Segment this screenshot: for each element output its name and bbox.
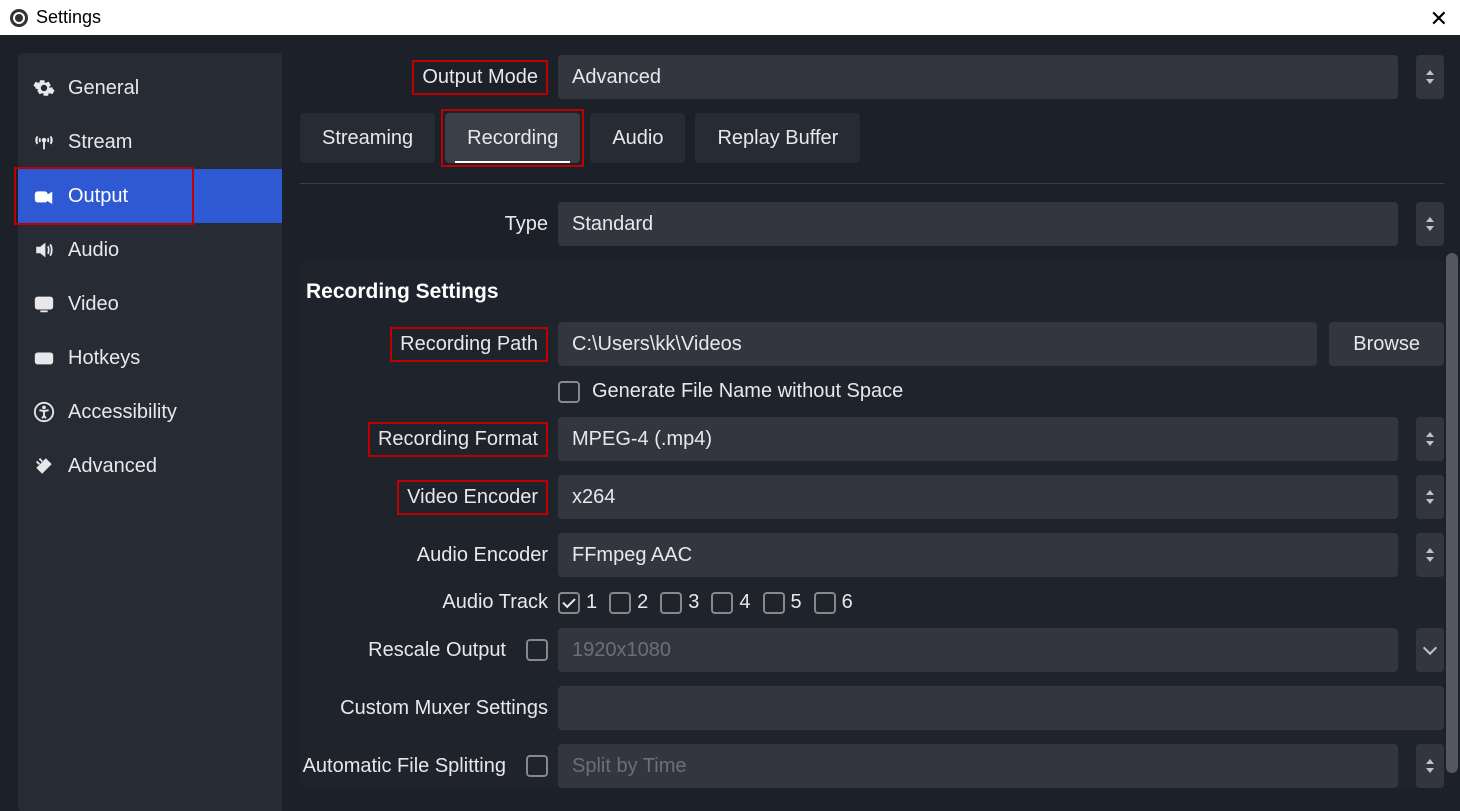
auto-split-select[interactable]: Split by Time (558, 744, 1398, 788)
type-label: Type (300, 213, 558, 236)
window-title: Settings (36, 7, 101, 28)
video-encoder-spinner[interactable] (1416, 475, 1444, 519)
track-2-checkbox[interactable] (609, 592, 631, 614)
output-tabs: Streaming Recording Audio Replay Buffer (300, 113, 1444, 163)
track-5-label: 5 (791, 591, 802, 614)
rescale-output-checkbox[interactable] (526, 639, 548, 661)
output-mode-select[interactable]: Advanced (558, 55, 1398, 99)
rescale-output-label: Rescale Output (368, 639, 506, 662)
type-spinner[interactable] (1416, 202, 1444, 246)
keyboard-icon (32, 346, 56, 370)
muxer-settings-input[interactable] (558, 686, 1444, 730)
antenna-icon (32, 130, 56, 154)
sidebar-item-hotkeys[interactable]: Hotkeys (18, 331, 282, 385)
output-mode-spinner[interactable] (1416, 55, 1444, 99)
track-1-label: 1 (586, 591, 597, 614)
track-6-label: 6 (842, 591, 853, 614)
sidebar-item-label: Output (68, 185, 128, 208)
sidebar-item-audio[interactable]: Audio (18, 223, 282, 277)
recording-path-input[interactable]: C:\Users\kk\Videos (558, 322, 1317, 366)
track-5-checkbox[interactable] (763, 592, 785, 614)
audio-encoder-spinner[interactable] (1416, 533, 1444, 577)
sidebar-item-label: Audio (68, 239, 119, 262)
video-encoder-select[interactable]: x264 (558, 475, 1398, 519)
recording-settings-title: Recording Settings (306, 280, 1444, 304)
sidebar-item-label: Accessibility (68, 401, 177, 424)
recording-settings-section: Recording Settings Recording Path C:\Use… (300, 260, 1444, 788)
sidebar-item-stream[interactable]: Stream (18, 115, 282, 169)
track-6-checkbox[interactable] (814, 592, 836, 614)
gen-filename-checkbox[interactable] (558, 381, 580, 403)
tab-recording[interactable]: Recording (445, 113, 580, 163)
tab-replay-buffer[interactable]: Replay Buffer (695, 113, 860, 163)
accessibility-icon (32, 400, 56, 424)
audio-encoder-select[interactable]: FFmpeg AAC (558, 533, 1398, 577)
track-3-label: 3 (688, 591, 699, 614)
close-icon[interactable]: ✕ (1430, 6, 1448, 32)
recording-format-spinner[interactable] (1416, 417, 1444, 461)
rescale-output-select[interactable]: 1920x1080 (558, 628, 1398, 672)
content-area: Output Mode Advanced Streaming Recording… (282, 53, 1460, 811)
tools-icon (32, 454, 56, 478)
auto-split-checkbox[interactable] (526, 755, 548, 777)
rescale-output-dropdown[interactable] (1416, 628, 1444, 672)
track-4-label: 4 (739, 591, 750, 614)
tab-streaming[interactable]: Streaming (300, 113, 435, 163)
sidebar-item-label: Stream (68, 131, 132, 154)
track-2-label: 2 (637, 591, 648, 614)
audio-encoder-label: Audio Encoder (300, 544, 558, 567)
sidebar-item-advanced[interactable]: Advanced (18, 439, 282, 493)
vertical-scrollbar[interactable] (1446, 253, 1458, 773)
obs-icon (10, 9, 28, 27)
gen-filename-label: Generate File Name without Space (592, 380, 903, 403)
sidebar-item-accessibility[interactable]: Accessibility (18, 385, 282, 439)
sidebar-item-label: General (68, 77, 139, 100)
track-4-checkbox[interactable] (711, 592, 733, 614)
sidebar-item-label: Hotkeys (68, 347, 140, 370)
tab-underline (300, 183, 1444, 184)
tab-audio[interactable]: Audio (590, 113, 685, 163)
sidebar: General Stream Output Audio Video (18, 53, 282, 811)
type-select[interactable]: Standard (558, 202, 1398, 246)
recording-format-label: Recording Format (368, 422, 548, 457)
monitor-icon (32, 292, 56, 316)
speaker-icon (32, 238, 56, 262)
gear-icon (32, 76, 56, 100)
track-3-checkbox[interactable] (660, 592, 682, 614)
track-1-checkbox[interactable] (558, 592, 580, 614)
sidebar-item-output[interactable]: Output (18, 169, 282, 223)
sidebar-item-general[interactable]: General (18, 61, 282, 115)
output-mode-label: Output Mode (412, 60, 548, 95)
recording-format-select[interactable]: MPEG-4 (.mp4) (558, 417, 1398, 461)
sidebar-item-video[interactable]: Video (18, 277, 282, 331)
sidebar-item-label: Video (68, 293, 119, 316)
camera-output-icon (32, 184, 56, 208)
sidebar-item-label: Advanced (68, 455, 157, 478)
muxer-settings-label: Custom Muxer Settings (300, 697, 558, 720)
auto-split-spinner[interactable] (1416, 744, 1444, 788)
video-encoder-label: Video Encoder (397, 480, 548, 515)
auto-split-label: Automatic File Splitting (303, 755, 506, 778)
browse-button[interactable]: Browse (1329, 322, 1444, 366)
audio-track-label: Audio Track (300, 591, 558, 614)
titlebar: Settings ✕ (0, 0, 1460, 35)
recording-path-label: Recording Path (390, 327, 548, 362)
